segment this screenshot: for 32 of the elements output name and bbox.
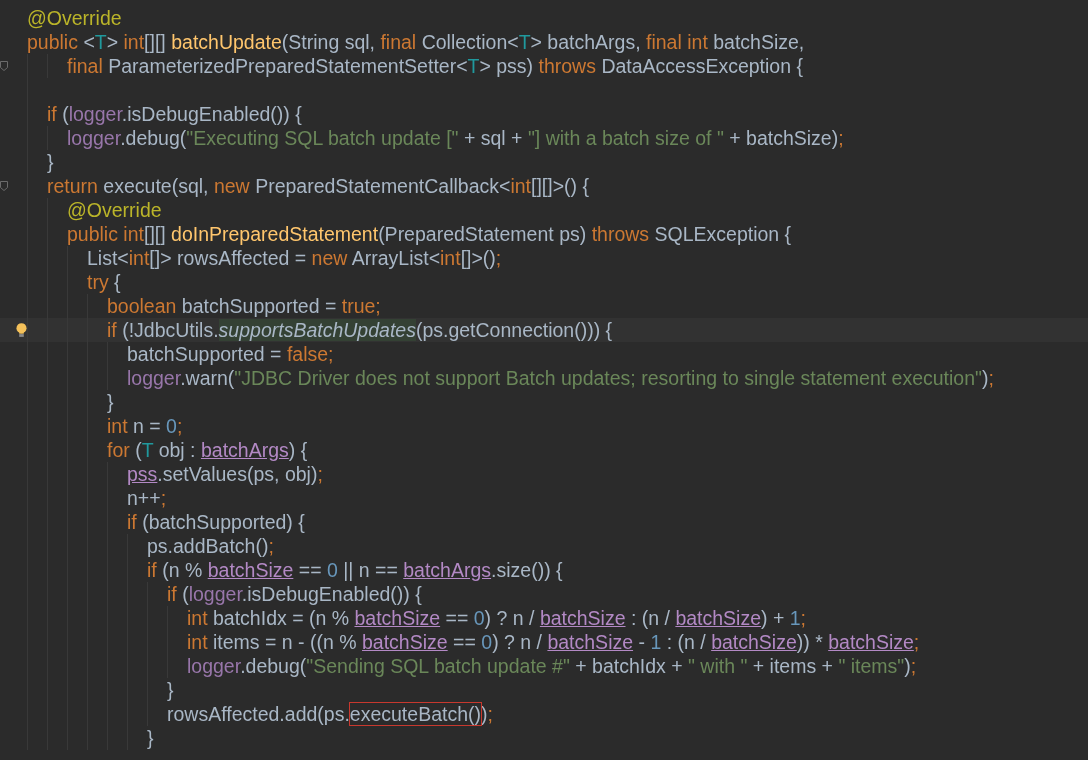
code-line: boolean batchSupported = true; xyxy=(107,295,381,317)
code-line: } xyxy=(167,679,174,701)
light-bulb-icon[interactable] xyxy=(16,322,27,338)
code-line: @Override xyxy=(27,7,122,29)
code-line: if (logger.isDebugEnabled()) { xyxy=(47,103,302,125)
code-line: int n = 0; xyxy=(107,415,183,437)
code-line: ps.addBatch(); xyxy=(147,535,274,557)
code-line: public <T> int[][] batchUpdate(String sql, final Collection<T> batchArgs, final int batchSize, xyxy=(27,31,805,53)
code-line: } xyxy=(147,727,154,749)
code-line: if (batchSupported) { xyxy=(127,511,305,533)
code-line: List<int[]> rowsAffected = new ArrayList<int[]>(); xyxy=(87,247,502,269)
code-line: int items = n - ((n % batchSize == 0) ? n / batchSize - 1 : (n / batchSize)) * batchSize; xyxy=(187,631,920,653)
code-line: pss.setValues(ps, obj); xyxy=(127,463,323,485)
code-line: return execute(sql, new PreparedStatementCallback<int[][]>() { xyxy=(47,175,589,197)
code-line: batchSupported = false; xyxy=(127,343,334,365)
code-line: if (!JdbcUtils.supportsBatchUpdates(ps.getConnection())) { xyxy=(107,319,613,341)
code-line: if (n % batchSize == 0 || n == batchArgs.size()) { xyxy=(147,559,563,581)
code-line: } xyxy=(107,391,114,413)
code-line: @Override xyxy=(67,199,162,221)
code-line: for (T obj : batchArgs) { xyxy=(107,439,308,461)
code-line: } xyxy=(47,151,54,173)
code-line: n++; xyxy=(127,487,167,509)
fold-marker-icon[interactable] xyxy=(0,181,8,191)
code-line: logger.debug("Sending SQL batch update #" + batchIdx + " with " + items + " items"); xyxy=(187,655,917,677)
code-line: logger.warn("JDBC Driver does not support Batch updates; resorting to single statement execution"); xyxy=(127,367,994,389)
code-line: final ParameterizedPreparedStatementSetter<T> pss) throws DataAccessException { xyxy=(67,55,803,77)
code-line: try { xyxy=(87,271,121,293)
fold-marker-icon[interactable] xyxy=(0,61,8,71)
code-line: int batchIdx = (n % batchSize == 0) ? n / batchSize : (n / batchSize) + 1; xyxy=(187,607,806,629)
code-line: public int[][] doInPreparedStatement(PreparedStatement ps) throws SQLException { xyxy=(67,223,792,245)
code-line: if (logger.isDebugEnabled()) { xyxy=(167,583,422,605)
code-line: logger.debug("Executing SQL batch update [" + sql + "] with a batch size of " + batchSize); xyxy=(67,127,844,149)
